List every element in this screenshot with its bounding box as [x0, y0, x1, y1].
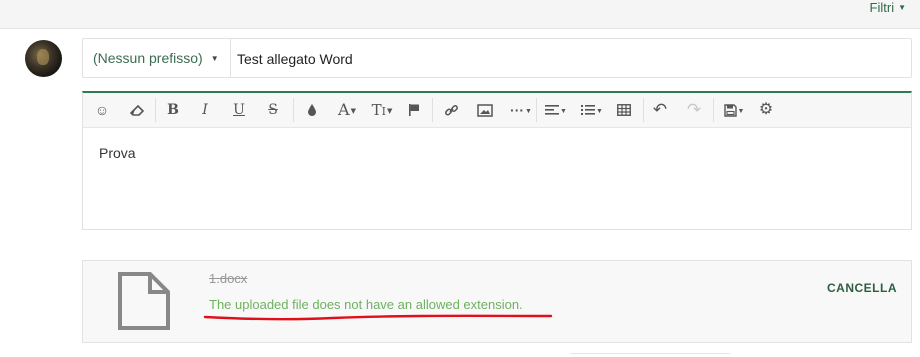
font-size-icon[interactable]: A▼: [333, 93, 361, 127]
prefix-value: (Nessun prefisso): [93, 50, 203, 66]
editor-toolbar: ☺ B I U S A▼ TI▼ ···▼ ▼ ▼ ↶ ↷ ▼ ⚙: [83, 93, 911, 128]
avatar: [25, 40, 62, 77]
attachment-filename: 1.docx: [209, 271, 248, 286]
subject-row: (Nessun prefisso) ▼: [82, 38, 912, 79]
file-icon: [117, 271, 171, 336]
chevron-down-icon: ▼: [210, 54, 219, 63]
prefix-dropdown[interactable]: (Nessun prefisso) ▼: [83, 39, 231, 77]
eraser-icon[interactable]: [125, 93, 149, 127]
cancel-attachment-button[interactable]: CANCELLA: [827, 281, 897, 295]
emoji-icon[interactable]: ☺: [91, 93, 113, 127]
subject-input[interactable]: [232, 39, 909, 79]
settings-icon[interactable]: ⚙: [755, 93, 777, 127]
italic-icon[interactable]: I: [195, 93, 215, 127]
redo-icon[interactable]: ↷: [683, 93, 705, 127]
flag-icon[interactable]: [403, 93, 425, 127]
more-icon[interactable]: ···▼: [507, 93, 535, 127]
text-height-icon[interactable]: TI▼: [366, 93, 398, 127]
list-icon[interactable]: ▼: [577, 93, 607, 127]
table-icon[interactable]: [613, 93, 635, 127]
filter-label: Filtri: [869, 0, 895, 15]
undo-icon[interactable]: ↶: [649, 93, 671, 127]
underline-icon[interactable]: U: [229, 93, 249, 127]
attachment-error-message: The uploaded file does not have an allow…: [209, 297, 523, 312]
bold-icon[interactable]: B: [163, 93, 183, 127]
link-icon[interactable]: [440, 93, 462, 127]
message-editor: ☺ B I U S A▼ TI▼ ···▼ ▼ ▼ ↶ ↷ ▼ ⚙ Prova: [82, 91, 912, 230]
editor-body-text[interactable]: Prova: [99, 145, 136, 161]
align-icon[interactable]: ▼: [541, 93, 571, 127]
strikethrough-icon[interactable]: S: [263, 93, 283, 127]
chevron-down-icon: ▼: [898, 3, 906, 12]
image-icon[interactable]: [473, 93, 497, 127]
attachment-panel: 1.docx The uploaded file does not have a…: [82, 260, 912, 343]
filter-menu[interactable]: Filtri ▼: [870, 0, 906, 15]
red-underline-annotation: [203, 314, 553, 321]
save-icon[interactable]: ▼: [719, 93, 749, 127]
top-bar: Filtri ▼: [0, 0, 920, 29]
color-drop-icon[interactable]: [301, 93, 323, 127]
divider: [570, 353, 730, 354]
